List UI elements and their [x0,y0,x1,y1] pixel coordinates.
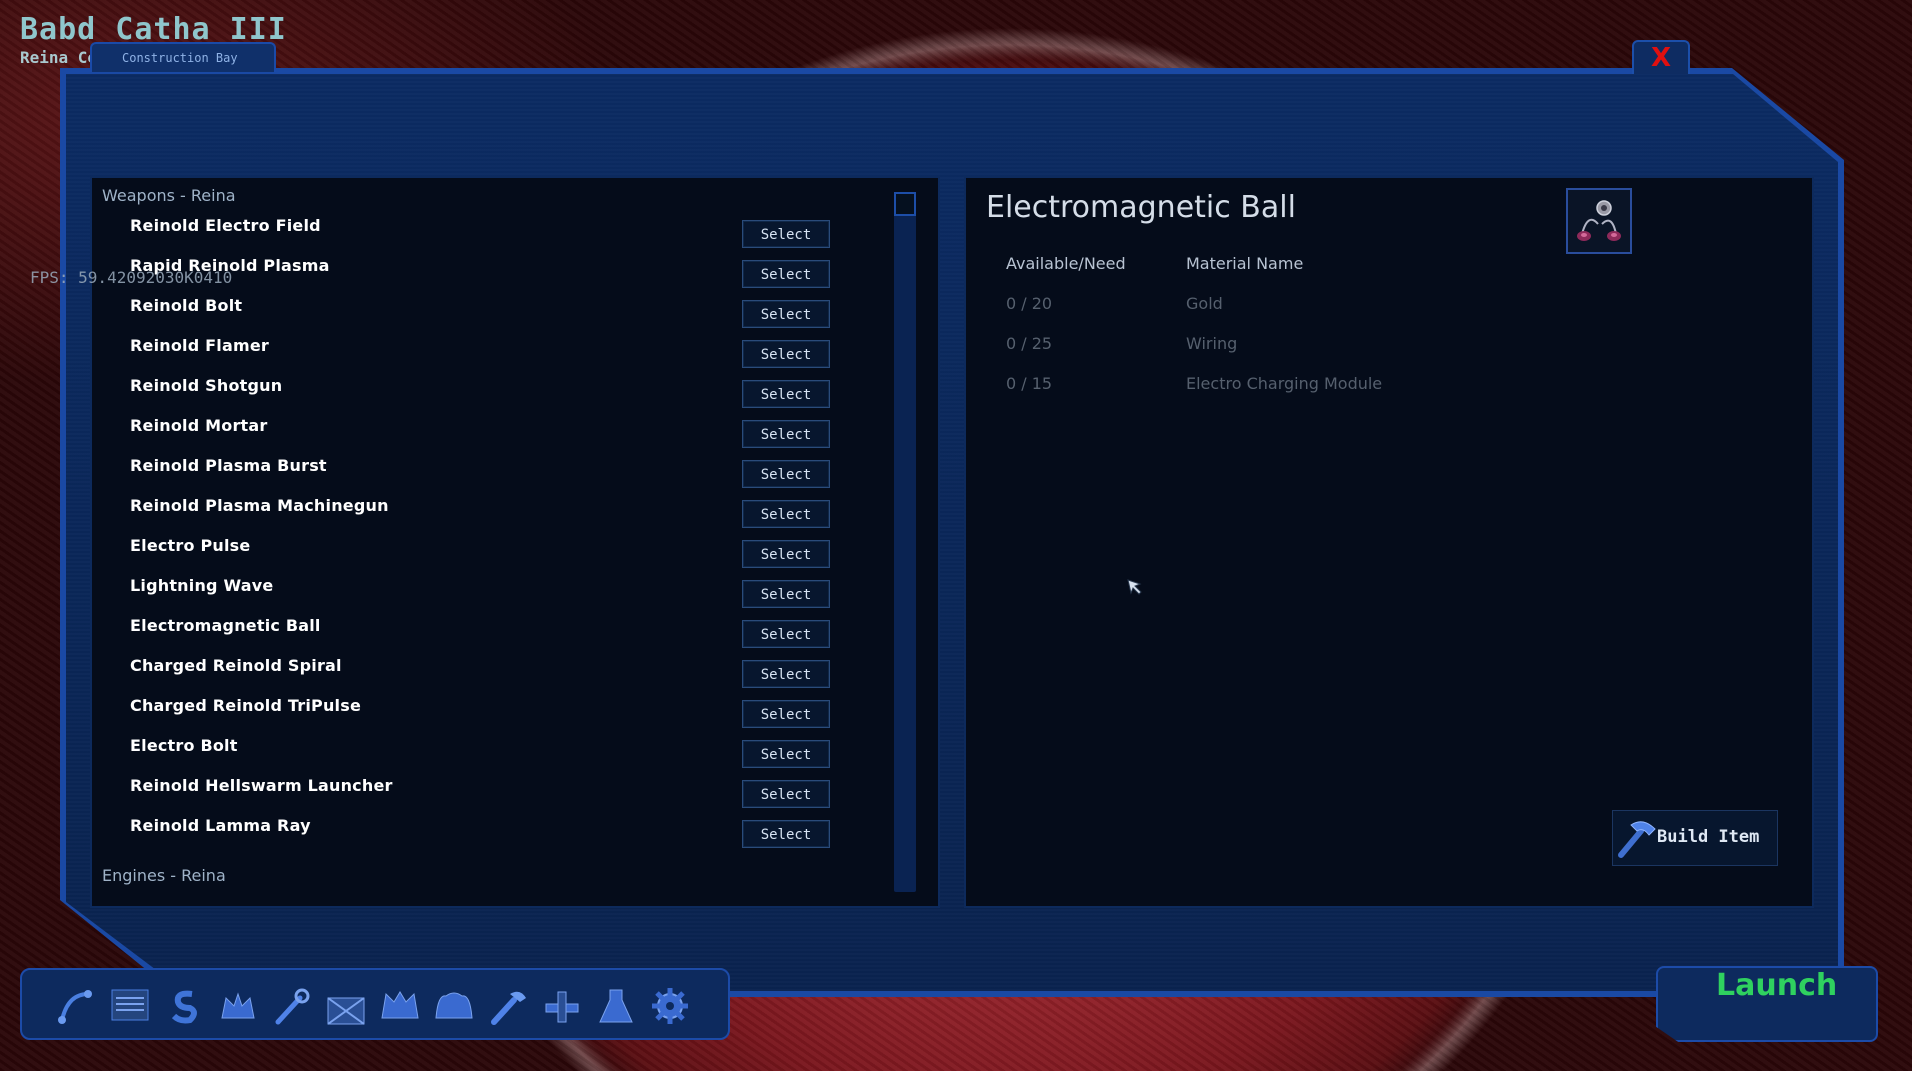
list-item-label: Lightning Wave [130,576,274,595]
hammer-icon [1618,821,1656,858]
launch-label: Launch [1716,968,1838,1003]
station-icon[interactable] [540,984,584,1028]
cargo-icon[interactable] [324,984,368,1028]
wrench-icon[interactable] [270,984,314,1028]
list-item-label: Reinold Shotgun [130,376,283,395]
route-icon[interactable] [54,984,98,1028]
list-item-label: Reinold Mortar [130,416,268,435]
material-name: Gold [1186,294,1223,313]
list-icon[interactable] [108,984,152,1028]
list-item-label: Reinold Lamma Ray [130,816,311,835]
select-button[interactable]: Select [742,460,830,488]
scrollbar-thumb[interactable] [894,192,916,216]
flask-icon[interactable] [594,984,638,1028]
launch-button[interactable]: Launch [1656,966,1878,1042]
select-button[interactable]: Select [742,660,830,688]
list-item-label: Electro Bolt [130,736,238,755]
material-name: Wiring [1186,334,1238,353]
repair-icon[interactable] [486,984,530,1028]
gear-icon[interactable] [648,984,692,1028]
list-item-label: Reinold Plasma Burst [130,456,327,475]
list-item-label: Charged Reinold TriPulse [130,696,362,715]
build-item-label: Build Item [1657,827,1760,847]
fps-counter: FPS: 59.42092030K0410 [30,268,233,287]
select-button[interactable]: Select [742,220,830,248]
column-material-name: Material Name [1186,254,1304,273]
item-thumbnail-icon [1566,188,1632,254]
category-engines[interactable]: Engines - Reina [102,866,226,885]
list-item-label: Electromagnetic Ball [130,616,321,635]
list-item-label: Reinold Hellswarm Launcher [130,776,393,795]
bottom-toolbar [20,968,730,1040]
material-qty: 0 / 20 [1006,294,1053,313]
fleet-icon[interactable] [378,984,422,1028]
ship-icon[interactable] [216,984,260,1028]
item-detail-panel: Electromagnetic Ball Available/Need Mate… [964,176,1814,908]
select-button[interactable]: Select [742,420,830,448]
crew-icon[interactable] [432,984,476,1028]
list-item-label: Reinold Electro Field [130,216,321,235]
credits-icon[interactable] [162,984,206,1028]
select-button[interactable]: Select [742,340,830,368]
select-button[interactable]: Select [742,380,830,408]
detail-title: Electromagnetic Ball [986,190,1296,225]
material-qty: 0 / 15 [1006,374,1053,393]
material-name: Electro Charging Module [1186,374,1383,393]
mouse-cursor-icon [1127,579,1142,595]
select-button[interactable]: Select [742,300,830,328]
select-button[interactable]: Select [742,620,830,648]
select-button[interactable]: Select [742,820,830,848]
select-button[interactable]: Select [742,700,830,728]
select-button[interactable]: Select [742,580,830,608]
list-item-label: Reinold Flamer [130,336,269,355]
select-button[interactable]: Select [742,740,830,768]
list-item-label: Reinold Plasma Machinegun [130,496,389,515]
category-weapons[interactable]: Weapons - Reina [102,186,236,205]
build-item-button[interactable]: Build Item [1612,810,1778,866]
material-qty: 0 / 25 [1006,334,1053,353]
planet-subtitle: Reina Co [20,48,98,67]
column-available-need: Available/Need [1006,254,1126,273]
select-button[interactable]: Select [742,780,830,808]
select-button-partial [742,906,830,908]
scrollbar-track[interactable] [894,192,916,892]
close-button[interactable]: X [1632,40,1690,74]
select-button[interactable]: Select [742,500,830,528]
tab-construction-bay[interactable]: Construction Bay [90,42,276,72]
list-item-partial [130,902,136,906]
list-item-label: Electro Pulse [130,536,251,555]
list-item-label: Charged Reinold Spiral [130,656,342,675]
select-button[interactable]: Select [742,260,830,288]
list-item-label: Reinold Bolt [130,296,243,315]
select-button[interactable]: Select [742,540,830,568]
